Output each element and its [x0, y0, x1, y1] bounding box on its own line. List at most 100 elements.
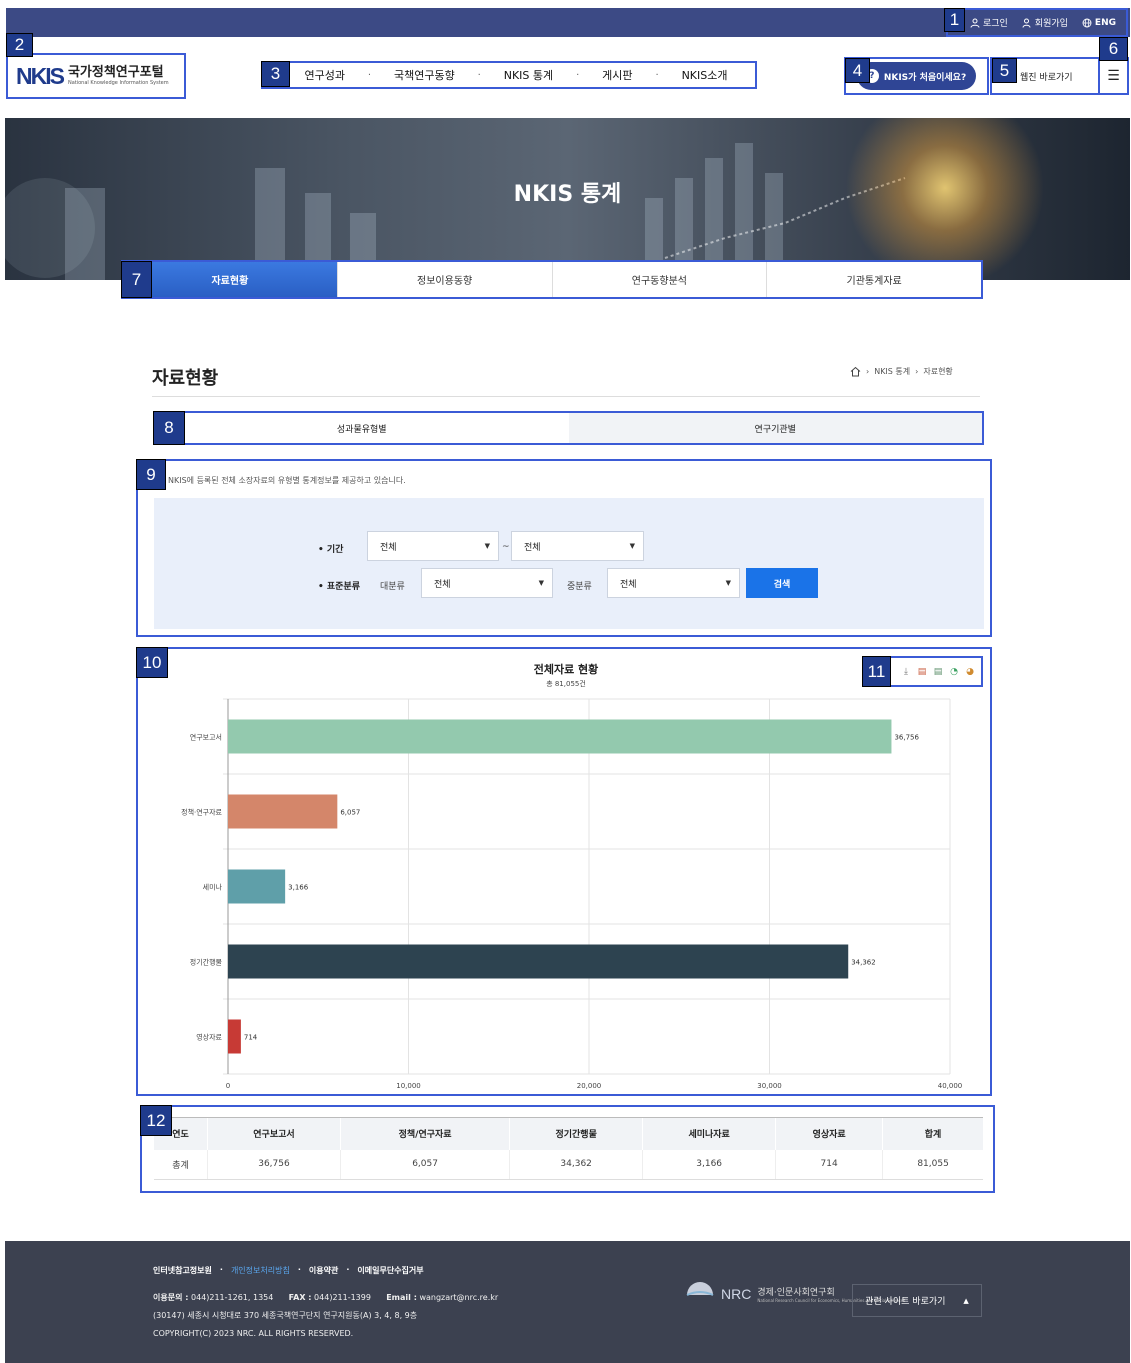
page-title: 자료현황 [152, 368, 219, 389]
period-from-select[interactable]: 전체 ▼ [367, 531, 499, 561]
nav-item-research-results[interactable]: 연구성과 [304, 67, 344, 83]
nav-item-nkis-statistics[interactable]: NKIS 통계 [504, 67, 553, 83]
pie-chart-icon[interactable]: ◔ [948, 666, 960, 678]
annotation-tag: 1 [944, 8, 965, 32]
search-filter-section: NKIS에 등록된 전체 소장자료의 유형별 통계정보를 제공하고 있습니다. … [136, 459, 992, 637]
nav-separator: · [367, 69, 372, 81]
phone-number: 044)211-1261, 1354 [190, 1293, 274, 1302]
table-cell: 6,057 [339, 1149, 510, 1180]
annotation-tag: 6 [1099, 37, 1128, 61]
nrc-emblem-icon [686, 1282, 714, 1296]
minor-category-select[interactable]: 전체 ▼ [607, 568, 740, 598]
table-row: 총계 36,756 6,057 34,362 3,166 714 81,055 [154, 1149, 983, 1180]
language-link[interactable]: ENG [1082, 18, 1116, 28]
download-icon[interactable]: ⤓ [900, 666, 912, 678]
y-category-label: 영상자료 [196, 1033, 222, 1042]
stacked-bar-icon[interactable]: ▤ [932, 666, 944, 678]
footer-link-terms[interactable]: 이용약관 [309, 1265, 338, 1276]
column-header: 세미나자료 [642, 1117, 776, 1150]
table-cell: 36,756 [207, 1149, 341, 1180]
category-tabs: 성과물유형별 연구기관별 [153, 411, 984, 445]
logo-mark: NKIS [16, 62, 65, 89]
fax-number: 044)211-1399 [314, 1293, 371, 1302]
utility-links: 로그인 회원가입 ENG [946, 8, 1128, 37]
column-header: 정기간행물 [509, 1117, 643, 1150]
breadcrumb: › NKIS 통계 › 자료현황 [850, 366, 953, 377]
annotation-tag: 8 [153, 411, 185, 445]
bar-value-label: 36,756 [894, 734, 919, 742]
footer-link-reference[interactable]: 인터넷참고정보원 [153, 1265, 212, 1276]
period-label: • 기간 [318, 545, 344, 555]
x-tick-label: 20,000 [577, 1082, 602, 1090]
tab-data-status[interactable]: 자료현황 [123, 262, 338, 297]
phone-label: 이용문의 : [153, 1293, 189, 1302]
breadcrumb-item[interactable]: NKIS 통계 [874, 366, 910, 377]
annotation-tag: 2 [6, 33, 33, 57]
footer-separator: · [346, 1265, 350, 1274]
nav-item-board[interactable]: 게시판 [602, 67, 632, 83]
language-label: ENG [1094, 17, 1116, 28]
annotation-tag: 12 [140, 1105, 172, 1136]
annotation-tag: 5 [992, 58, 1017, 83]
chevron-up-icon: ▲ [963, 1296, 969, 1305]
tab-usage-trends[interactable]: 정보이용동향 [338, 262, 553, 297]
period-from-value: 전체 [380, 542, 397, 553]
x-tick-label: 40,000 [938, 1082, 963, 1090]
chevron-right-icon: › [915, 367, 919, 376]
bar [228, 944, 849, 979]
chevron-right-icon: › [866, 367, 870, 376]
search-button[interactable]: 검색 [746, 568, 818, 598]
annotation-tag: 11 [862, 656, 891, 687]
signup-label: 회원가입 [1034, 19, 1068, 29]
bar-value-label: 6,057 [340, 809, 360, 817]
first-time-guide-button[interactable]: ? NKIS가 처음이세요? [856, 62, 977, 90]
home-icon[interactable] [850, 366, 861, 377]
footer-link-email-refusal[interactable]: 이메일무단수집거부 [357, 1265, 423, 1276]
nav-separator: · [477, 69, 481, 81]
user-icon [970, 18, 980, 28]
bar-chart-icon[interactable]: ▤ [916, 666, 928, 678]
footer-link-privacy[interactable]: 개인정보처리방침 [231, 1265, 290, 1276]
related-sites-dropdown[interactable]: 관련 사이트 바로가기 ▲ [852, 1284, 982, 1317]
bar [228, 1019, 241, 1054]
user-add-icon [1022, 18, 1031, 28]
donut-chart-icon[interactable]: ◕ [964, 666, 976, 678]
login-link[interactable]: 로그인 [970, 16, 1008, 29]
fax-label: FAX : [288, 1293, 312, 1302]
signup-link[interactable]: 회원가입 [1022, 16, 1068, 29]
footer-contact-info: 이용문의 : 044)211-1261, 1354 FAX : 044)211-… [153, 1289, 498, 1343]
major-category-value: 전체 [434, 579, 451, 590]
table-cell: 34,362 [509, 1149, 643, 1180]
table-cell: 총계 [154, 1149, 208, 1180]
y-category-label: 연구보고서 [190, 733, 222, 742]
tab-by-output-type[interactable]: 성과물유형별 [155, 413, 569, 443]
nav-item-national-research-trends[interactable]: 국책연구동향 [394, 67, 455, 83]
period-to-select[interactable]: 전체 ▼ [511, 531, 644, 561]
annotation-tag: 3 [261, 61, 290, 87]
statistics-table-section: 연도 연구보고서 정책/연구자료 정기간행물 세미나자료 영상자료 합계 총계 … [140, 1105, 995, 1193]
y-category-label: 정기간행물 [190, 958, 223, 967]
table-cell: 714 [775, 1149, 883, 1180]
footer-separator: · [297, 1265, 301, 1274]
major-category-select[interactable]: 전체 ▼ [421, 568, 553, 598]
title-divider [152, 396, 980, 397]
minor-category-label: 중분류 [567, 582, 592, 592]
email-address: wangzart@nrc.re.kr [419, 1293, 499, 1302]
x-tick-label: 10,000 [396, 1082, 421, 1090]
logo-subtitle: National Knowledge Information System [67, 80, 169, 86]
tab-research-trend-analysis[interactable]: 연구동향분석 [553, 262, 768, 297]
menu-button[interactable]: ☰ [1098, 57, 1129, 95]
caret-down-icon: ▼ [725, 579, 731, 587]
related-sites-label: 관련 사이트 바로가기 [865, 1297, 946, 1307]
nav-separator: · [576, 69, 580, 81]
site-logo[interactable]: NKIS 국가정책연구포털 National Knowledge Informa… [6, 53, 186, 99]
site-footer: 인터넷참고정보원 · 개인정보처리방침 · 이용약관 · 이메일무단수집거부 이… [5, 1241, 1130, 1363]
tab-by-institution[interactable]: 연구기관별 [568, 413, 982, 443]
nav-item-about-nkis[interactable]: NKIS소개 [682, 67, 728, 83]
caret-down-icon: ▼ [538, 579, 544, 587]
copyright: COPYRIGHT(C) 2023 NRC. ALL RIGHTS RESERV… [153, 1329, 354, 1338]
annotation-tag: 7 [121, 261, 152, 298]
tab-institution-statistics[interactable]: 기관통계자료 [767, 262, 981, 297]
nav-separator: · [655, 69, 659, 81]
annotation-tag: 10 [136, 647, 168, 678]
